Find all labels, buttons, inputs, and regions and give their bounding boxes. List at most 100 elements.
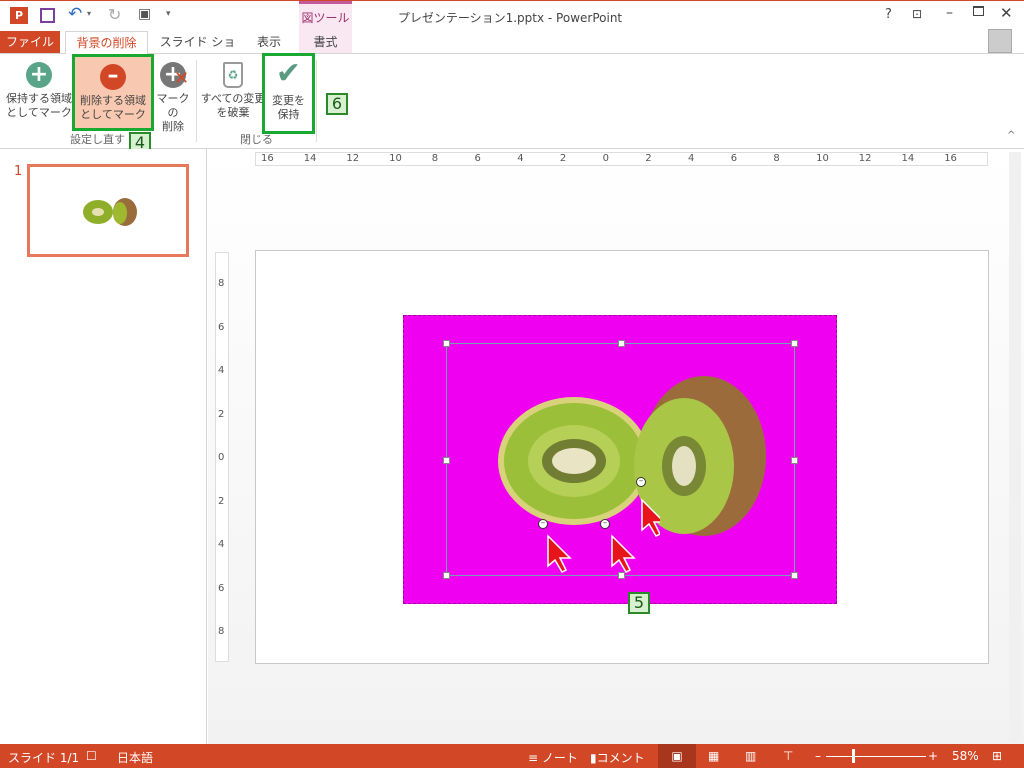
button-label: を破棄 — [216, 106, 250, 119]
horizontal-ruler: 16 14 12 10 8 6 4 2 0 2 4 6 8 10 12 14 16 — [255, 152, 988, 166]
ruler-tick-label: 4 — [218, 365, 225, 376]
fit-to-window-icon[interactable]: ⊞ — [992, 749, 1002, 763]
ruler-tick-label: 14 — [303, 153, 317, 164]
ruler-tick-label: 6 — [730, 153, 738, 164]
slide-sorter-button[interactable]: ▦ — [708, 749, 719, 763]
delete-mark-button[interactable]: + ✕ マークの 削除 — [153, 58, 193, 134]
ruler-tick-label: 2 — [645, 153, 652, 164]
ruler-tick-label: 8 — [431, 153, 439, 164]
button-label: 保持 — [277, 108, 300, 121]
avatar[interactable] — [988, 29, 1012, 53]
tab-slideshow[interactable]: スライド ショー — [155, 31, 240, 71]
ruler-tick-label: 8 — [773, 153, 780, 164]
undo-dropdown-icon[interactable]: ▾ — [87, 9, 91, 18]
kiwi-thumbnail-image — [83, 198, 137, 226]
button-label: マークの — [156, 92, 190, 119]
collapse-ribbon-icon[interactable]: ^ — [1007, 130, 1015, 141]
mark-keep-button[interactable]: + 保持する領域 としてマーク — [5, 58, 73, 120]
resize-handle[interactable] — [791, 457, 798, 464]
resize-handle[interactable] — [791, 572, 798, 579]
tab-file[interactable]: ファイル — [0, 31, 60, 53]
ruler-tick-label: 2 — [218, 495, 225, 507]
resize-handle[interactable] — [443, 340, 450, 347]
resize-handle[interactable] — [443, 572, 450, 579]
slide-number: 1 — [14, 164, 23, 179]
help-button[interactable]: ? — [885, 7, 892, 22]
comments-label: コメント — [596, 751, 645, 765]
spellcheck-icon[interactable]: ☐ — [86, 749, 97, 763]
close-icon[interactable]: ✕ — [1000, 4, 1013, 22]
keep-changes-button[interactable]: ✔ 変更を 保持 — [262, 53, 315, 134]
slide-thumbnail[interactable] — [27, 164, 189, 257]
resize-handle[interactable] — [618, 340, 625, 347]
trash-recycle-icon: ♻ — [223, 62, 243, 88]
ruler-tick-label: 14 — [901, 153, 915, 164]
ruler-tick-label: 6 — [218, 321, 225, 333]
mark-remove-button[interactable]: – 削除する領域 としてマーク — [72, 54, 154, 131]
ruler-tick-label: 12 — [858, 153, 872, 164]
normal-view-button[interactable]: ▣ — [658, 744, 696, 768]
divider — [316, 60, 317, 142]
button-label: 保持する領域 — [6, 92, 72, 105]
undo-icon[interactable]: ↶ — [68, 4, 82, 24]
button-label: としてマーク — [80, 108, 146, 121]
zoom-in-button[interactable]: + — [928, 749, 938, 763]
discard-all-button[interactable]: ♻ すべての変更 を破棄 — [200, 58, 266, 120]
comments-button[interactable]: ▮コメント — [590, 749, 645, 766]
tab-view[interactable]: 表示 — [248, 31, 290, 53]
zoom-slider[interactable] — [826, 756, 926, 757]
button-label: 削除する領域 — [80, 94, 146, 107]
tab-background-removal[interactable]: 背景の削除 — [65, 31, 148, 54]
window-title: プレゼンテーション1.pptx - PowerPoint — [397, 11, 623, 25]
ruler-tick-label: 4 — [688, 153, 695, 164]
customize-icon[interactable]: ▾ — [166, 9, 171, 19]
button-label: すべての変更 — [200, 92, 266, 105]
notes-label: ノート — [541, 751, 578, 765]
language-indicator[interactable]: 日本語 — [117, 749, 153, 766]
notes-button[interactable]: ≡ ノート — [528, 749, 578, 766]
ruler-tick-label: 4 — [517, 153, 524, 164]
arrow-pointer-icon — [611, 534, 636, 573]
tab-format[interactable]: 書式 — [299, 31, 352, 53]
title-bar: P ↶ ▾ ↻ ▣ ▾ 図ツール プレゼンテーション1.pptx - Power… — [0, 0, 1024, 54]
ruler-tick-label: 8 — [218, 626, 225, 637]
maximize-icon[interactable] — [973, 6, 984, 16]
ruler-tick-label: 2 — [218, 408, 225, 420]
plus-pencil-icon: + — [26, 62, 52, 88]
button-label: 変更を — [272, 94, 305, 107]
zoom-level[interactable]: 58% — [952, 749, 979, 763]
slide-thumbnail-pane: 1 — [0, 149, 207, 744]
arrow-pointer-icon — [547, 534, 572, 573]
save-icon[interactable] — [40, 8, 55, 23]
powerpoint-logo-icon: P — [10, 7, 28, 24]
vertical-ruler: 8 6 4 2 0 2 4 6 8 — [215, 252, 229, 662]
zoom-slider-thumb[interactable] — [852, 749, 855, 763]
slideshow-button[interactable]: ⊤ — [783, 749, 793, 763]
vertical-scrollbar[interactable] — [1009, 152, 1021, 742]
comment-icon: ▮ — [590, 751, 597, 765]
delete-mark-icon: + ✕ — [160, 62, 189, 89]
notes-icon: ≡ — [528, 751, 542, 765]
reading-view-button[interactable]: ▥ — [745, 749, 756, 763]
ruler-tick-label: 16 — [261, 153, 274, 164]
status-bar: スライド 1/1 ☐ 日本語 ≡ ノート ▮コメント ▣ ▦ ▥ ⊤ – + 5… — [0, 744, 1024, 768]
group-label-refine: 設定し直す — [70, 133, 125, 146]
callout-5: 5 — [628, 592, 650, 614]
ruler-tick-label: 16 — [944, 153, 957, 164]
checkmark-icon: ✔ — [275, 56, 302, 91]
ruler-tick-label: 6 — [474, 153, 481, 164]
redo-icon[interactable]: ↻ — [108, 5, 121, 24]
minimize-icon[interactable]: – — [946, 5, 953, 21]
remove-mark-icon[interactable]: – — [636, 477, 646, 487]
present-icon[interactable]: ▣ — [138, 6, 151, 22]
resize-handle[interactable] — [443, 457, 450, 464]
ruler-tick-label: 10 — [389, 153, 402, 164]
resize-handle[interactable] — [791, 340, 798, 347]
ruler-tick-label: 4 — [218, 539, 225, 550]
ribbon-display-icon[interactable]: ⊡ — [912, 7, 922, 21]
zoom-out-button[interactable]: – — [815, 749, 821, 763]
slide-counter: スライド 1/1 — [8, 751, 80, 765]
group-label-close: 閉じる — [240, 133, 273, 146]
ruler-tick-label: 8 — [218, 278, 225, 289]
ruler-tick-label: 6 — [218, 582, 225, 594]
